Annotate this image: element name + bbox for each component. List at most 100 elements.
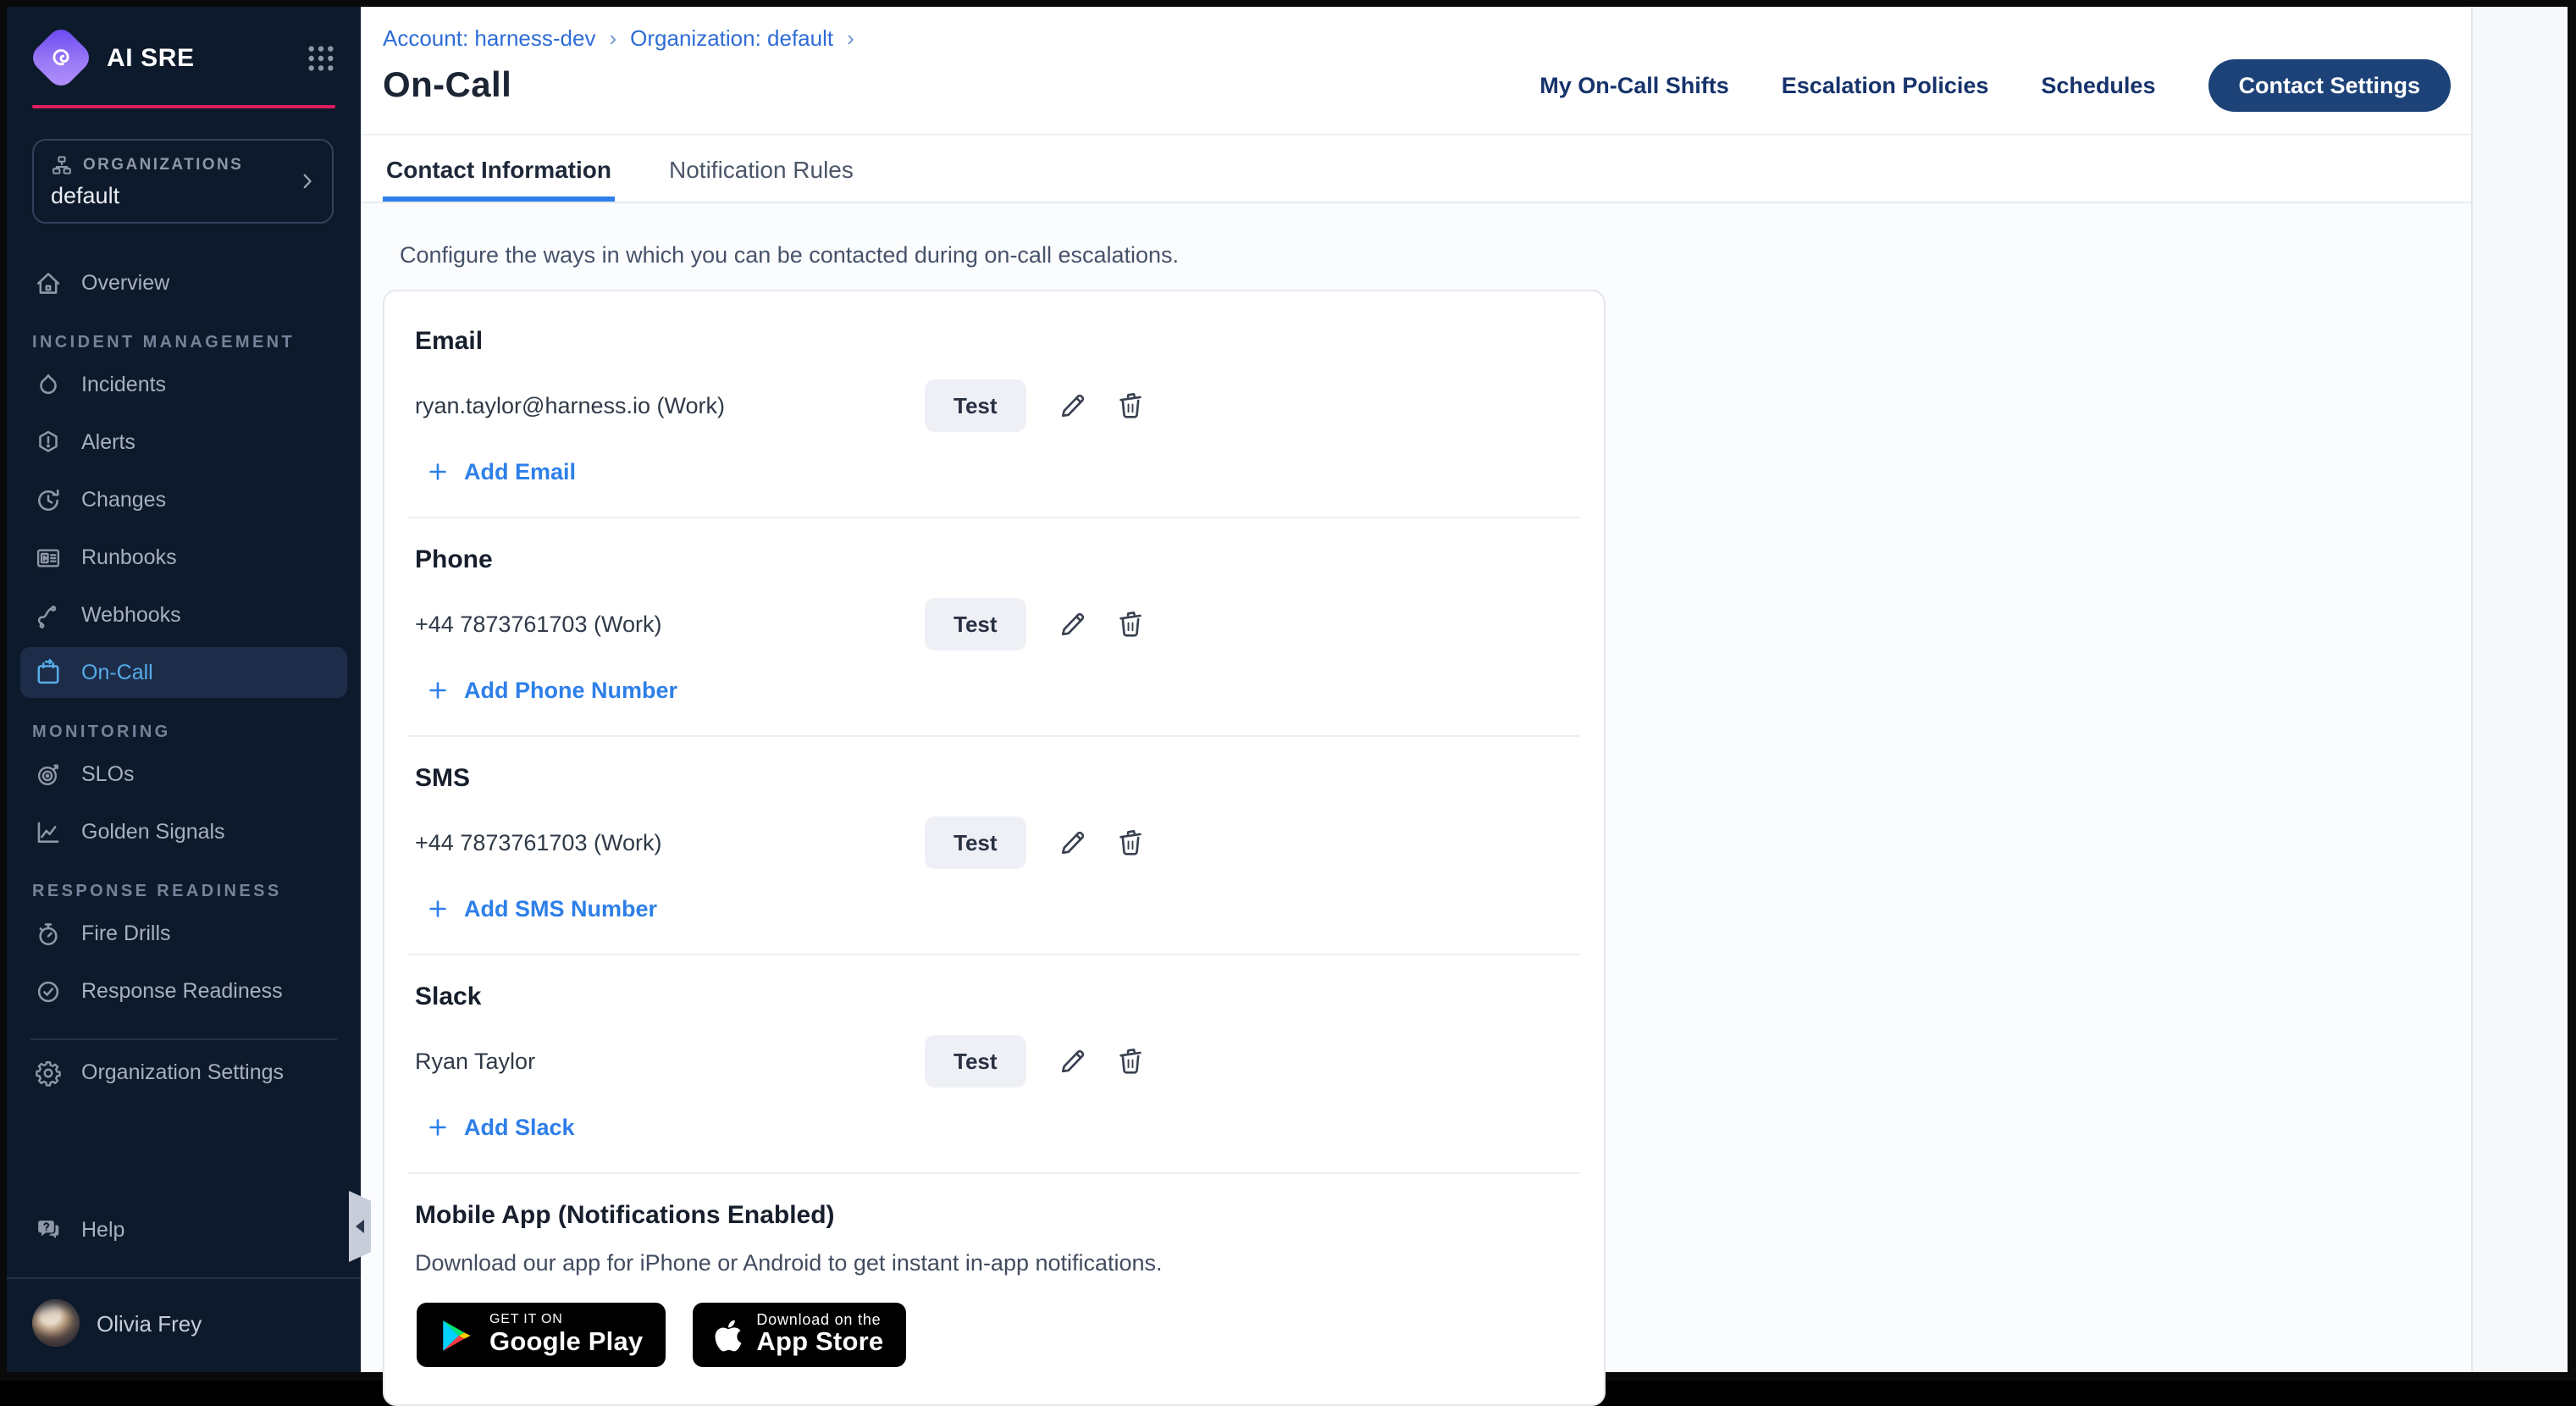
- contact-methods-card: Email ryan.taylor@harness.io (Work) Test: [383, 290, 1606, 1406]
- home-icon: [34, 268, 63, 297]
- test-button[interactable]: Test: [925, 598, 1026, 650]
- edit-button[interactable]: [1053, 386, 1092, 425]
- breadcrumb-organization[interactable]: Organization: default: [630, 25, 833, 51]
- sidebar-item-webhooks[interactable]: Webhooks: [20, 590, 347, 640]
- contact-value: Ryan Taylor: [415, 1049, 925, 1074]
- check-circle-icon: [34, 977, 63, 1005]
- sidebar-item-fire-drills[interactable]: Fire Drills: [20, 908, 347, 959]
- sidebar-spacer: [7, 1098, 361, 1198]
- breadcrumb-separator: ›: [847, 25, 854, 51]
- stopwatch-icon: [34, 919, 63, 948]
- contact-row: Ryan Taylor Test: [415, 1035, 1573, 1088]
- sidebar-item-help[interactable]: Help: [20, 1204, 347, 1255]
- collapse-arrow-icon: [356, 1220, 364, 1233]
- user-name: Olivia Frey: [97, 1310, 202, 1336]
- organization-switcher[interactable]: ORGANIZATIONS default: [32, 139, 334, 224]
- pencil-icon: [1057, 1045, 1089, 1077]
- app-store-tagline: Download on the: [756, 1312, 883, 1329]
- section-title: SMS: [415, 764, 1573, 793]
- contact-row: ryan.taylor@harness.io (Work) Test: [415, 379, 1573, 432]
- trash-icon: [1114, 390, 1147, 422]
- user-menu[interactable]: Olivia Frey: [7, 1277, 361, 1372]
- delete-button[interactable]: [1111, 823, 1150, 862]
- breadcrumb-separator: ›: [609, 25, 616, 51]
- sidebar-divider: [30, 1038, 337, 1040]
- add-link-label: Add SMS Number: [464, 896, 657, 922]
- window-frame: AI SRE ORGANIZATIONS default: [0, 0, 2576, 1381]
- google-play-tagline: GET IT ON: [489, 1313, 643, 1328]
- organizations-label: ORGANIZATIONS: [83, 156, 243, 174]
- sidebar-item-label: Golden Signals: [81, 820, 225, 844]
- edit-button[interactable]: [1053, 1042, 1092, 1081]
- sidebar-item-label: Webhooks: [81, 603, 181, 627]
- google-play-badge[interactable]: GET IT ON Google Play: [417, 1303, 665, 1367]
- sidebar-item-label: Incidents: [81, 373, 166, 396]
- app-title: AI SRE: [107, 43, 195, 72]
- contact-settings-button[interactable]: Contact Settings: [2208, 59, 2451, 112]
- test-button[interactable]: Test: [925, 379, 1026, 432]
- edit-button[interactable]: [1053, 823, 1092, 862]
- contact-row: +44 7873761703 (Work) Test: [415, 816, 1573, 869]
- add-phone-link[interactable]: Add Phone Number: [417, 676, 688, 705]
- runbook-icon: [34, 543, 63, 572]
- scrollbar-gutter[interactable]: [2471, 7, 2568, 1372]
- sidebar-item-golden-signals[interactable]: Golden Signals: [20, 806, 347, 857]
- test-button[interactable]: Test: [925, 1035, 1026, 1088]
- nav-my-on-call-shifts[interactable]: My On-Call Shifts: [1540, 73, 1729, 98]
- breadcrumb-account[interactable]: Account: harness-dev: [383, 25, 595, 51]
- sidebar-item-overview[interactable]: Overview: [20, 257, 347, 308]
- add-email-link[interactable]: Add Email: [417, 457, 586, 486]
- org-tree-icon: [51, 154, 73, 176]
- sidebar-item-organization-settings[interactable]: Organization Settings: [20, 1047, 347, 1098]
- sidebar-collapse-handle[interactable]: [349, 1191, 371, 1262]
- page-description: Configure the ways in which you can be c…: [400, 242, 2471, 268]
- test-button[interactable]: Test: [925, 816, 1026, 869]
- app-grid-icon[interactable]: [303, 40, 339, 75]
- add-sms-link[interactable]: Add SMS Number: [417, 894, 667, 923]
- sidebar-header: AI SRE: [7, 7, 361, 86]
- add-slack-link[interactable]: Add Slack: [417, 1113, 585, 1142]
- sidebar-item-on-call[interactable]: On-Call: [20, 647, 347, 698]
- delete-button[interactable]: [1111, 386, 1150, 425]
- sidebar-item-runbooks[interactable]: Runbooks: [20, 532, 347, 583]
- section-mobile-app: Mobile App (Notifications Enabled) Downl…: [384, 1174, 1604, 1392]
- sidebar-section-response-readiness: RESPONSE READINESS: [32, 883, 335, 901]
- nav-escalation-policies[interactable]: Escalation Policies: [1782, 73, 1989, 98]
- page-header: Account: harness-dev › Organization: def…: [361, 7, 2471, 136]
- tab-contact-information[interactable]: Contact Information: [383, 136, 615, 202]
- sidebar-item-alerts[interactable]: Alerts: [20, 417, 347, 468]
- organization-label-row: ORGANIZATIONS: [51, 154, 288, 176]
- sidebar-item-label: Alerts: [81, 430, 135, 454]
- tab-notification-rules[interactable]: Notification Rules: [666, 136, 857, 202]
- plus-icon: [427, 1116, 449, 1138]
- add-link-label: Add Phone Number: [464, 678, 677, 703]
- webhook-icon: [34, 601, 63, 629]
- google-play-name: Google Play: [489, 1328, 643, 1358]
- section-phone: Phone +44 7873761703 (Work) Test Add: [384, 518, 1604, 735]
- target-icon: [34, 760, 63, 789]
- sidebar-item-changes[interactable]: Changes: [20, 474, 347, 525]
- section-email: Email ryan.taylor@harness.io (Work) Test: [384, 300, 1604, 517]
- sidebar-nav: Overview INCIDENT MANAGEMENT Incidents A…: [7, 251, 361, 1098]
- contact-value: +44 7873761703 (Work): [415, 830, 925, 855]
- nav-schedules[interactable]: Schedules: [2041, 73, 2155, 98]
- trash-icon: [1114, 827, 1147, 859]
- sidebar-item-slos[interactable]: SLOs: [20, 749, 347, 800]
- app-store-badge[interactable]: Download on the App Store: [692, 1303, 905, 1367]
- plus-icon: [427, 679, 449, 701]
- sidebar-item-label: Changes: [81, 488, 166, 512]
- delete-button[interactable]: [1111, 605, 1150, 644]
- pencil-icon: [1057, 390, 1089, 422]
- tab-bar: Contact Information Notification Rules: [361, 136, 2471, 203]
- edit-button[interactable]: [1053, 605, 1092, 644]
- on-call-top-nav: My On-Call Shifts Escalation Policies Sc…: [1540, 59, 2452, 112]
- delete-button[interactable]: [1111, 1042, 1150, 1081]
- add-link-label: Add Email: [464, 459, 576, 484]
- apple-icon: [714, 1317, 741, 1353]
- trash-icon: [1114, 1045, 1147, 1077]
- page-content: Configure the ways in which you can be c…: [361, 203, 2471, 1406]
- app-logo-icon: [27, 24, 94, 91]
- sidebar-item-incidents[interactable]: Incidents: [20, 359, 347, 410]
- sidebar-item-response-readiness[interactable]: Response Readiness: [20, 966, 347, 1016]
- user-avatar: [32, 1299, 80, 1347]
